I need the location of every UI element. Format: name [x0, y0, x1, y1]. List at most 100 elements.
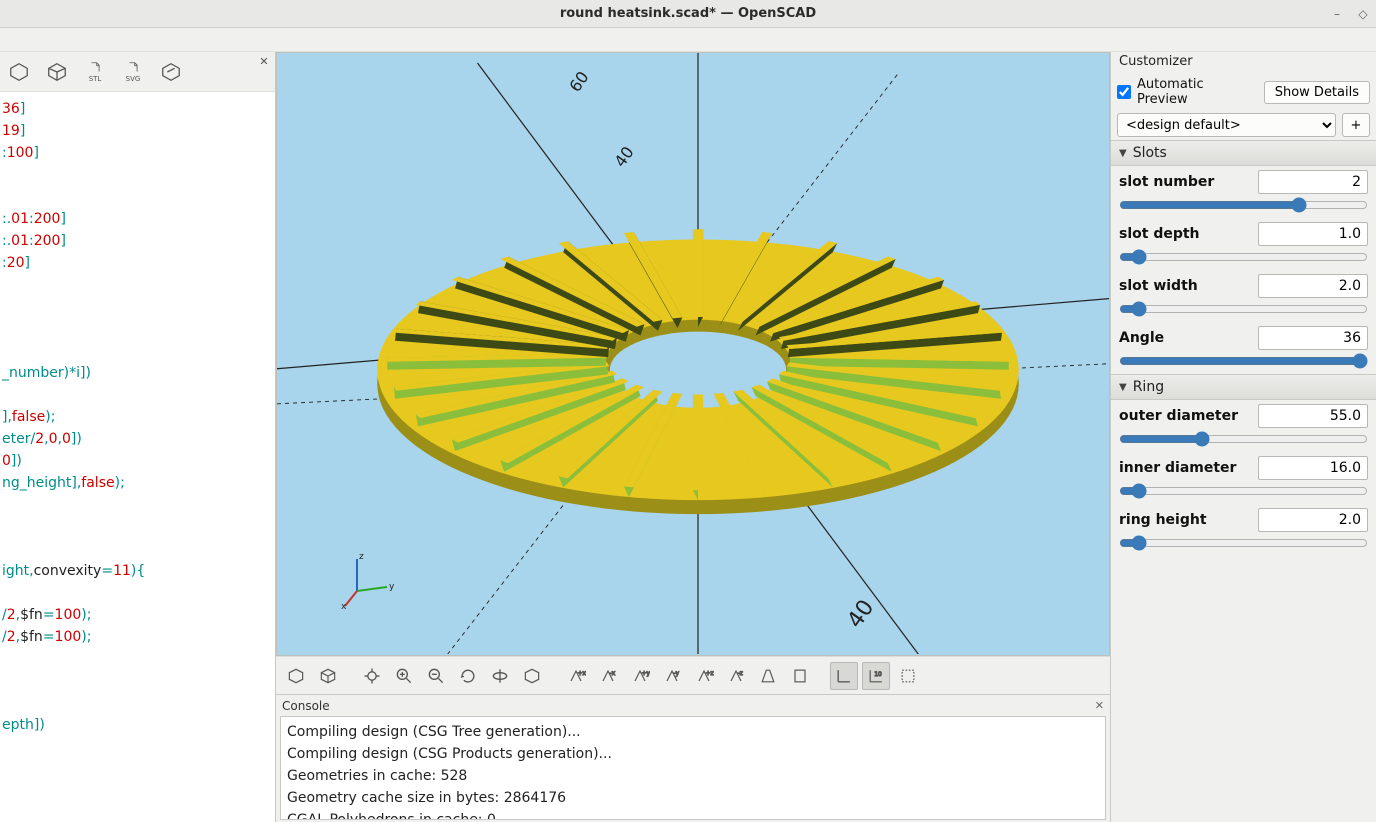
top-view-icon[interactable]: +z	[690, 662, 718, 690]
customizer-panel: Customizer Automatic Preview Show Detail…	[1110, 52, 1376, 822]
close-editor-icon[interactable]: ✕	[257, 54, 271, 68]
slots-param: Angle	[1111, 322, 1376, 374]
param-slider[interactable]	[1119, 432, 1368, 446]
param-label: slot width	[1119, 278, 1198, 294]
section-ring-title: Ring	[1133, 379, 1164, 395]
console-line: CGAL Polyhedrons in cache: 0	[287, 809, 1099, 820]
show-details-button[interactable]: Show Details	[1264, 81, 1370, 104]
preset-select[interactable]: <design default>	[1117, 113, 1336, 137]
console-title: Console	[282, 699, 330, 713]
zoom-in-icon[interactable]	[390, 662, 418, 690]
show-crosshair-icon[interactable]	[894, 662, 922, 690]
console-header: Console ✕	[276, 694, 1110, 716]
ring-param: outer diameter	[1111, 400, 1376, 452]
param-value-input[interactable]	[1258, 326, 1368, 350]
axis-tick-neg40: 40	[611, 143, 638, 171]
collapse-icon: ▼	[1119, 148, 1127, 159]
axis-gizmo: z y x	[337, 551, 397, 615]
render-view-icon[interactable]	[314, 662, 342, 690]
center-pane: 60 40 40 z y	[276, 52, 1110, 822]
svg-text:+y: +y	[642, 671, 650, 677]
view-all-icon[interactable]	[358, 662, 386, 690]
param-value-input[interactable]	[1258, 274, 1368, 298]
param-label: outer diameter	[1119, 408, 1238, 424]
param-slider[interactable]	[1119, 484, 1368, 498]
add-preset-button[interactable]: +	[1342, 113, 1370, 137]
front-view-icon[interactable]: +y	[626, 662, 654, 690]
animate-icon[interactable]	[518, 662, 546, 690]
param-value-input[interactable]	[1258, 404, 1368, 428]
perspective-icon[interactable]	[754, 662, 782, 690]
param-slider[interactable]	[1119, 198, 1368, 212]
rotate-icon[interactable]	[486, 662, 514, 690]
maximize-icon[interactable]: ◇	[1356, 7, 1370, 21]
svg-text:-y: -y	[674, 671, 680, 677]
svg-text:10: 10	[874, 672, 882, 678]
preview-icon[interactable]	[6, 59, 32, 85]
param-label: slot depth	[1119, 226, 1200, 242]
export-stl-icon[interactable]: STL	[82, 59, 108, 85]
console-line: Compiling design (CSG Products generatio…	[287, 743, 1099, 765]
param-label: slot number	[1119, 174, 1214, 190]
param-slider[interactable]	[1119, 536, 1368, 550]
param-value-input[interactable]	[1258, 170, 1368, 194]
svg-text:+z: +z	[706, 671, 714, 677]
section-ring[interactable]: ▼ Ring	[1111, 374, 1376, 400]
auto-preview-label: Automatic Preview	[1137, 77, 1258, 107]
preview-view-icon[interactable]	[282, 662, 310, 690]
collapse-icon: ▼	[1119, 382, 1127, 393]
bottom-view-icon[interactable]: -z	[722, 662, 750, 690]
zoom-out-icon[interactable]	[422, 662, 450, 690]
svg-text:-x: -x	[610, 671, 616, 677]
slots-param: slot depth	[1111, 218, 1376, 270]
view-toolbar: +x -x +y -y +z -z 10	[276, 656, 1110, 694]
param-label: ring height	[1119, 512, 1207, 528]
axis-tick-pos40: 40	[843, 595, 880, 632]
titlebar: round heatsink.scad* — OpenSCAD – ◇	[0, 0, 1376, 28]
auto-preview-checkbox[interactable]	[1117, 85, 1131, 99]
editor-toolbar: STL SVG	[0, 52, 275, 92]
console-close-icon[interactable]: ✕	[1095, 699, 1104, 712]
svg-text:-z: -z	[738, 671, 743, 677]
window-title: round heatsink.scad* — OpenSCAD	[560, 6, 816, 21]
render-icon[interactable]	[44, 59, 70, 85]
export-svg-icon[interactable]: SVG	[120, 59, 146, 85]
customizer-title: Customizer	[1111, 52, 1376, 74]
back-view-icon[interactable]: -y	[658, 662, 686, 690]
ring-param: inner diameter	[1111, 452, 1376, 504]
console-body[interactable]: Compiling design (CSG Tree generation)..…	[280, 716, 1106, 820]
param-value-input[interactable]	[1258, 222, 1368, 246]
section-slots-title: Slots	[1133, 145, 1167, 161]
param-slider[interactable]	[1119, 250, 1368, 264]
param-slider[interactable]	[1119, 354, 1368, 368]
menu-strip	[0, 28, 1376, 52]
svg-text:y: y	[389, 582, 395, 592]
left-view-icon[interactable]: -x	[594, 662, 622, 690]
console-line: Compiling design (CSG Tree generation)..…	[287, 721, 1099, 743]
slots-param: slot width	[1111, 270, 1376, 322]
3d-viewport[interactable]: 60 40 40 z y	[276, 52, 1110, 656]
show-scale-icon[interactable]: 10	[862, 662, 890, 690]
svg-text:+x: +x	[578, 671, 586, 677]
svg-text:x: x	[341, 602, 347, 611]
window-buttons: – ◇	[1330, 0, 1370, 27]
svg-text:z: z	[359, 552, 364, 562]
right-view-icon[interactable]: +x	[562, 662, 590, 690]
section-slots[interactable]: ▼ Slots	[1111, 140, 1376, 166]
minimize-icon[interactable]: –	[1330, 7, 1344, 21]
reset-view-icon[interactable]	[454, 662, 482, 690]
send-icon[interactable]	[158, 59, 184, 85]
param-value-input[interactable]	[1258, 508, 1368, 532]
slots-param: slot number	[1111, 166, 1376, 218]
editor-pane: ✕ STL SVG 36]19]:100] :.01:200]:.01:200]…	[0, 52, 276, 822]
axis-tick-neg60: 60	[565, 68, 592, 96]
param-slider[interactable]	[1119, 302, 1368, 316]
code-editor[interactable]: 36]19]:100] :.01:200]:.01:200]:20] _numb…	[0, 92, 275, 822]
param-value-input[interactable]	[1258, 456, 1368, 480]
orthographic-icon[interactable]	[786, 662, 814, 690]
console-line: Geometries in cache: 528	[287, 765, 1099, 787]
show-axes-icon[interactable]	[830, 662, 858, 690]
param-label: inner diameter	[1119, 460, 1236, 476]
console-line: Geometry cache size in bytes: 2864176	[287, 787, 1099, 809]
ring-param: ring height	[1111, 504, 1376, 556]
